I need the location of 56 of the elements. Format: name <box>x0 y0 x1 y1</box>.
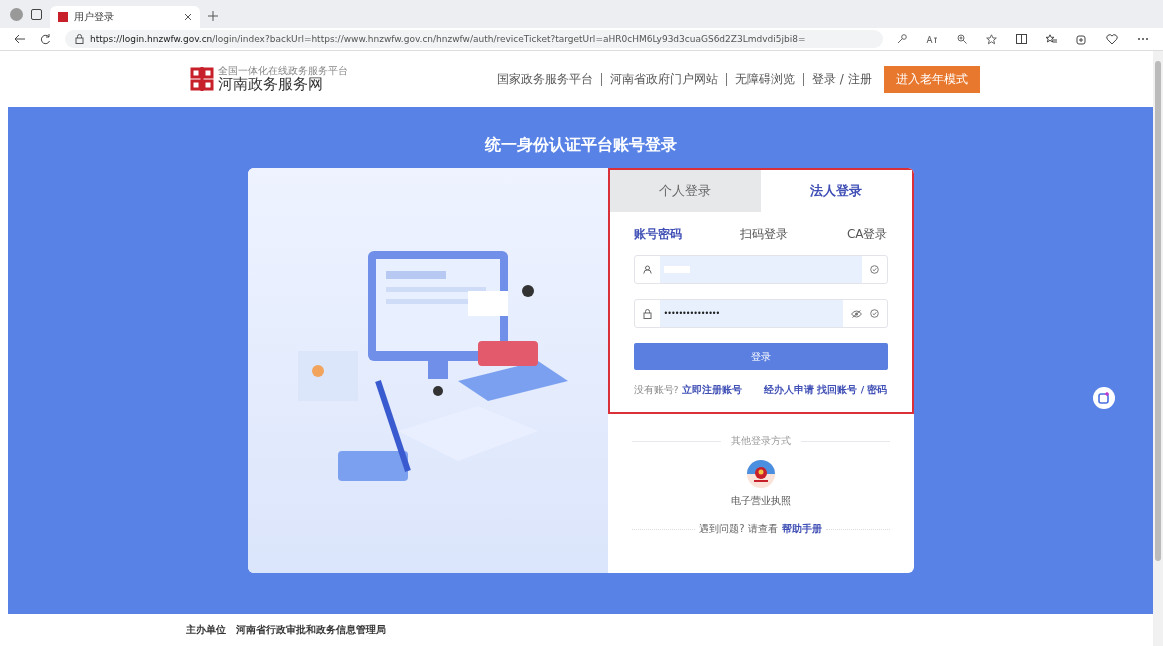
username-field[interactable] <box>633 255 888 284</box>
register-link[interactable]: 立即注册账号 <box>681 384 742 395</box>
eye-hidden-icon[interactable] <box>850 309 862 318</box>
login-type-tab[interactable]: 个人登录 <box>609 170 761 212</box>
check-circle-icon <box>869 265 879 274</box>
key-icon[interactable] <box>897 34 907 44</box>
login-method-tab[interactable]: CA登录 <box>846 226 888 243</box>
new-tab-icon[interactable] <box>208 11 218 21</box>
heart-icon[interactable] <box>1106 33 1118 45</box>
lock-icon <box>75 34 84 44</box>
tab-title: 用户登录 <box>74 10 115 24</box>
help-prompt: 遇到问题? 请查看 <box>699 522 778 536</box>
site-logo-icon <box>58 12 68 22</box>
business-license-label[interactable]: 电子营业执照 <box>730 494 791 508</box>
password-field[interactable]: ••••••••••••••• <box>633 299 888 328</box>
password-value: ••••••••••••••• <box>663 309 720 318</box>
feedback-button[interactable] <box>1093 387 1115 409</box>
split-screen-icon[interactable] <box>1016 34 1027 44</box>
scrollbar-thumb[interactable] <box>1155 61 1161 561</box>
help-manual-link[interactable]: 帮助手册 <box>781 522 822 536</box>
collections-icon[interactable] <box>1076 33 1087 45</box>
close-icon[interactable] <box>184 13 192 21</box>
zoom-icon[interactable] <box>957 34 967 44</box>
share-icon <box>1098 392 1110 404</box>
logo-title: 河南政务服务网 <box>217 76 323 93</box>
address-bar[interactable]: https://login.hnzwfw.gov.cn/login/index?backUrl=https://www.hnzwfw.gov.cn/hnzwfw/auth/reviceTicket?targetUrl=aHR0cHM6Ly93d3cuaGS6d2Z3Lmdvdi5jbi8= <box>65 30 883 48</box>
browser-tab[interactable]: 用户登录 <box>50 6 200 28</box>
footer-organizer: 河南省行政审批和政务信息管理局 <box>236 623 386 637</box>
nav-link[interactable]: 国家政务服务平台 <box>496 72 593 86</box>
star-icon[interactable] <box>986 33 997 45</box>
login-method-tab[interactable]: 账号密码 <box>633 226 682 243</box>
more-icon[interactable] <box>1137 37 1149 41</box>
site-logo-icon <box>189 67 214 91</box>
back-icon[interactable] <box>14 34 26 44</box>
login-button[interactable]: 登录 <box>633 343 888 370</box>
favorites-icon[interactable] <box>1046 34 1057 44</box>
nav-link[interactable]: 河南省政府门户网站 <box>600 72 718 86</box>
no-account-text: 没有账号? <box>633 384 679 395</box>
other-methods-label: 其他登录方式 <box>730 434 791 448</box>
logo-subtitle: 全国一体化在线政务服务平台 <box>217 65 348 76</box>
emblem-icon[interactable] <box>746 460 775 488</box>
user-icon <box>642 265 652 274</box>
nav-link[interactable]: 登录 / 注册 <box>802 72 872 86</box>
lock-icon <box>642 308 652 319</box>
agent-apply-link[interactable]: 经办人申请 <box>764 384 815 395</box>
check-circle-icon <box>869 309 879 318</box>
tab-actions-icon[interactable] <box>31 9 42 20</box>
page-title: 统一身份认证平台账号登录 <box>484 135 677 156</box>
nav-link[interactable]: 无障碍浏览 <box>725 72 795 86</box>
footer-label: 主办单位 <box>186 623 226 637</box>
url-path: /login/index?backUrl=https://www.hnzwfw.gov.cn/hnzwfw/auth/reviceTicket?targetUrl=aHR0cHM6Ly93d3cuaGS6d2Z3Lmdvdi5jbi8= <box>212 34 806 44</box>
translate-icon[interactable] <box>926 34 938 44</box>
login-method-tab[interactable]: 扫码登录 <box>740 226 789 243</box>
reload-icon[interactable] <box>40 33 51 45</box>
url-host: https://login.hnzwfw.gov.cn <box>90 34 213 44</box>
recover-account-link[interactable]: 找回账号 / 密码 <box>817 384 888 395</box>
